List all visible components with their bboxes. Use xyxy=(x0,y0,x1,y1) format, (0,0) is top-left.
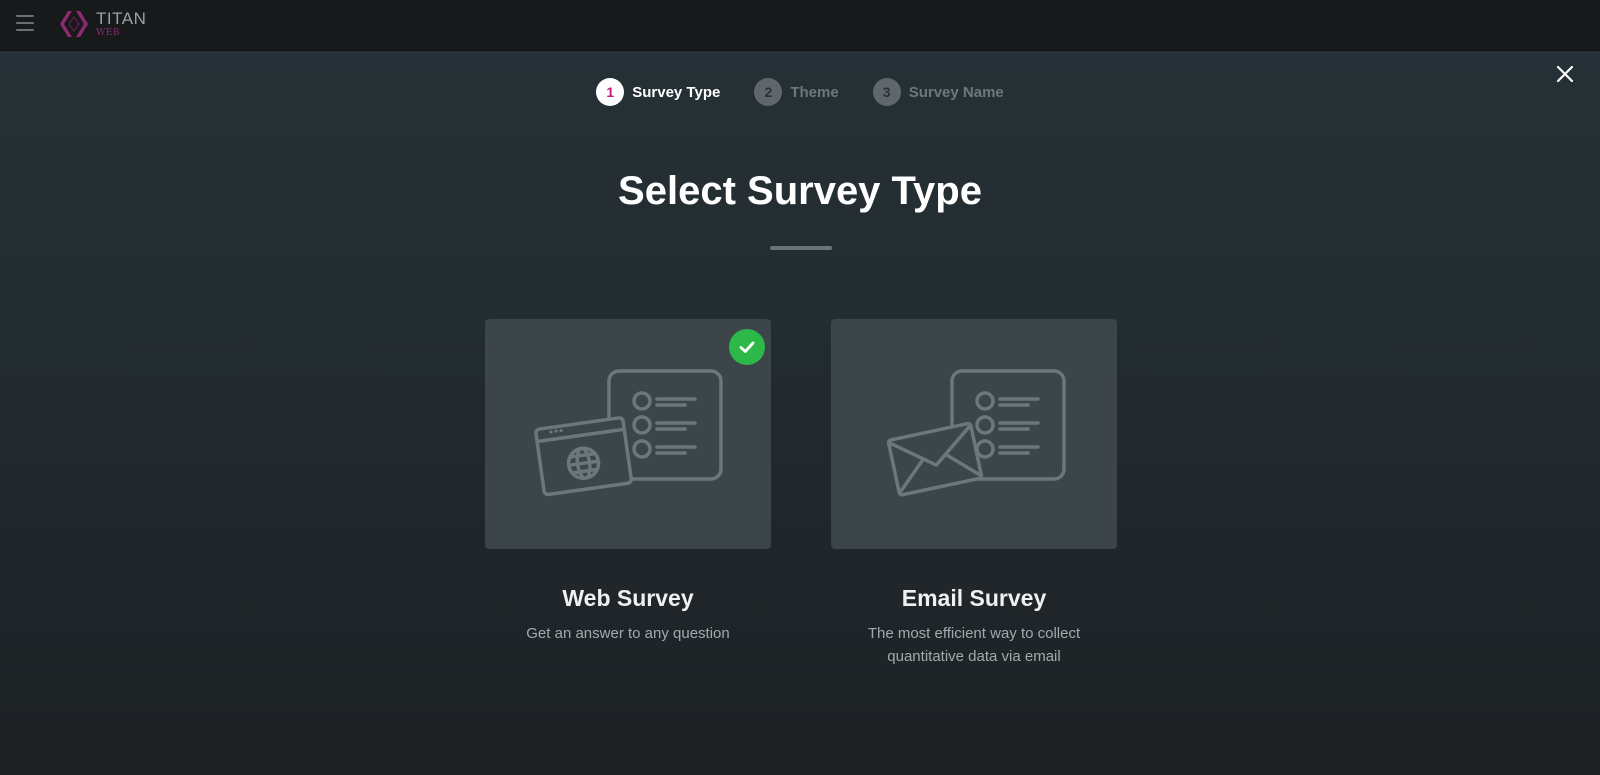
selected-check-icon xyxy=(729,329,765,365)
survey-wizard-modal: 1 Survey Type 2 Theme 3 Survey Name Sele… xyxy=(0,51,1600,775)
email-survey-card[interactable] xyxy=(831,319,1117,549)
step-number: 1 xyxy=(596,78,625,106)
step-survey-name[interactable]: 3 Survey Name xyxy=(872,78,1004,106)
step-number: 3 xyxy=(872,78,901,106)
email-survey-illustration-icon xyxy=(886,369,1066,497)
step-label: Survey Name xyxy=(908,83,1004,101)
app-logo[interactable]: TITAN WEB xyxy=(58,8,146,40)
app-header: TITAN WEB xyxy=(0,0,1600,51)
web-survey-card[interactable] xyxy=(485,319,771,549)
wizard-stepper: 1 Survey Type 2 Theme 3 Survey Name xyxy=(0,78,1600,106)
title-divider xyxy=(770,246,832,250)
menu-icon[interactable] xyxy=(16,15,34,31)
logo-subtitle: WEB xyxy=(96,28,120,38)
step-label: Theme xyxy=(790,83,839,101)
web-survey-illustration-icon xyxy=(534,369,723,497)
step-label: Survey Type xyxy=(632,83,721,101)
page-title: Select Survey Type xyxy=(618,169,982,213)
titan-logo-icon xyxy=(60,11,88,37)
option-description: The most efficient way to collect quanti… xyxy=(867,625,1081,665)
survey-option-email: Email Survey The most efficient way to c… xyxy=(831,319,1117,668)
survey-option-web: Web Survey Get an answer to any question xyxy=(485,319,771,645)
option-description: Get an answer to any question xyxy=(526,625,730,642)
option-title: Web Survey xyxy=(562,585,694,611)
step-survey-type[interactable]: 1 Survey Type xyxy=(596,78,720,106)
option-title: Email Survey xyxy=(901,585,1047,611)
logo-title: TITAN xyxy=(96,9,147,28)
step-number: 2 xyxy=(754,78,783,106)
step-theme[interactable]: 2 Theme xyxy=(754,78,839,106)
